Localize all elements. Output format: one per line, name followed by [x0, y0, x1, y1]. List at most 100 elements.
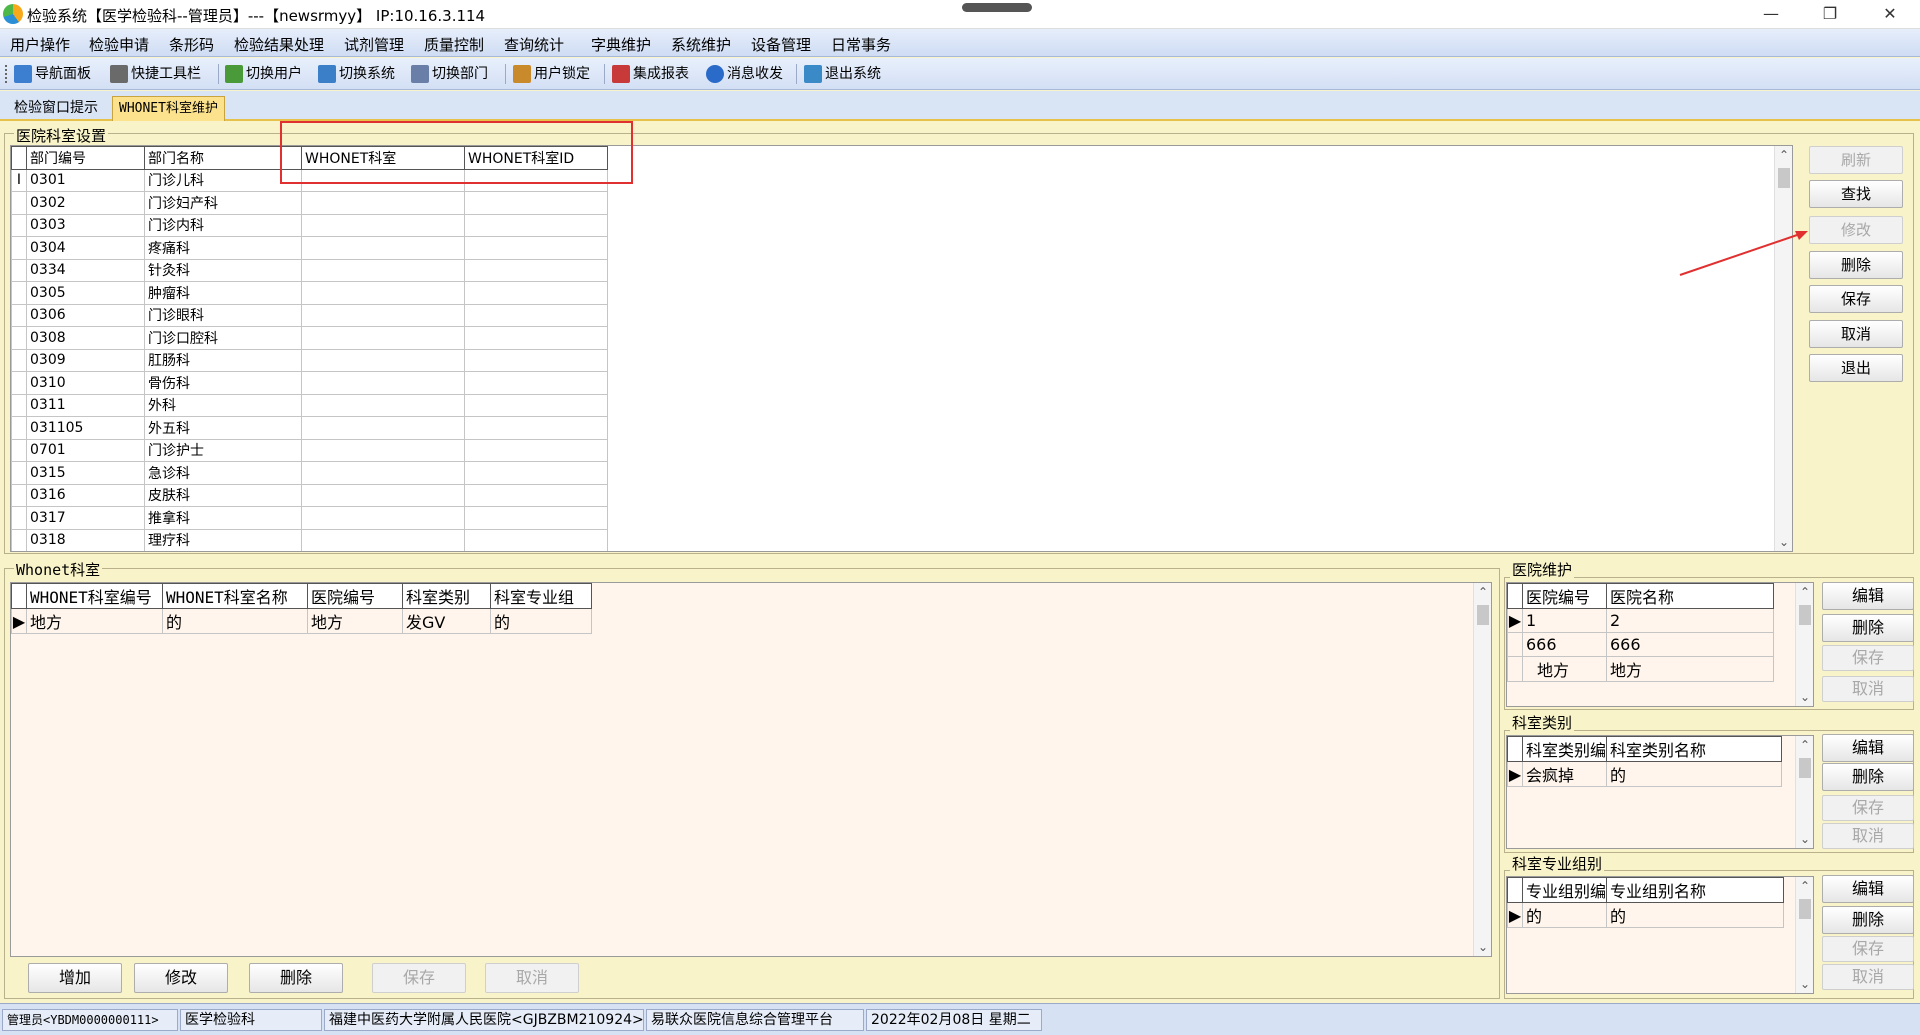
- scroll-thumb[interactable]: [1799, 899, 1811, 919]
- group-cancel-button[interactable]: 取消: [1822, 964, 1914, 990]
- cell[interactable]: 会疯掉: [1522, 761, 1607, 787]
- col-group-code[interactable]: 专业组别编号: [1522, 877, 1607, 903]
- scroll-up-icon[interactable]: ⌃: [1796, 879, 1813, 893]
- table-row[interactable]: 0311 外科: [11, 393, 608, 417]
- side-delete-button[interactable]: 删除: [1809, 251, 1903, 279]
- cell[interactable]: 2: [1606, 608, 1774, 633]
- cell[interactable]: 0318: [26, 528, 145, 551]
- table-row[interactable]: 0304 疼痛科: [11, 236, 608, 260]
- cell[interactable]: [464, 236, 608, 260]
- cell[interactable]: [464, 281, 608, 305]
- cell[interactable]: 的: [1522, 902, 1607, 928]
- side-refresh-button[interactable]: 刷新: [1809, 146, 1903, 174]
- col-hospital-code[interactable]: 医院编号: [1522, 583, 1607, 609]
- cell[interactable]: [464, 348, 608, 372]
- col-whonet-dept-name[interactable]: WHONET科室名称: [162, 583, 308, 609]
- col-dept-code[interactable]: 部门编号: [26, 146, 145, 170]
- cell[interactable]: [301, 348, 465, 372]
- cell[interactable]: [301, 528, 465, 551]
- scroll-down-icon[interactable]: ⌄: [1796, 690, 1813, 704]
- scroll-thumb[interactable]: [1477, 605, 1489, 625]
- cell[interactable]: [464, 393, 608, 417]
- scroll-thumb[interactable]: [1799, 605, 1811, 625]
- col-category-code[interactable]: 科室类别编号: [1522, 736, 1607, 762]
- toolbar-message-button[interactable]: 消息收发: [706, 63, 783, 85]
- cell[interactable]: 0301: [26, 168, 145, 192]
- group-grid[interactable]: 专业组别编号 专业组别名称 ▶的的 ⌃ ⌄: [1506, 876, 1814, 994]
- toolbar-quick-tools-button[interactable]: 快捷工具栏: [110, 63, 201, 85]
- side-find-button[interactable]: 查找: [1809, 180, 1903, 208]
- modify-button[interactable]: 修改: [134, 963, 228, 993]
- table-row[interactable]: 666 666: [1507, 632, 1774, 657]
- cell[interactable]: 0306: [26, 303, 145, 327]
- cell[interactable]: 0701: [26, 438, 145, 462]
- scroll-up-icon[interactable]: ⌃: [1474, 585, 1491, 599]
- cell[interactable]: [301, 393, 465, 417]
- delete-button[interactable]: 删除: [249, 963, 343, 993]
- cell[interactable]: 门诊内科: [144, 213, 302, 237]
- toolbar-switch-user-button[interactable]: 切换用户: [225, 63, 302, 85]
- cell[interactable]: 666: [1522, 632, 1607, 657]
- cell[interactable]: 地方: [1606, 656, 1774, 682]
- cell[interactable]: 皮肤科: [144, 483, 302, 507]
- table-row[interactable]: 0316 皮肤科: [11, 483, 608, 507]
- col-whonet-dept-code[interactable]: WHONET科室编号: [26, 583, 163, 609]
- cell[interactable]: 急诊科: [144, 461, 302, 485]
- side-cancel-button[interactable]: 取消: [1809, 320, 1903, 348]
- cell[interactable]: [464, 303, 608, 327]
- scroll-up-icon[interactable]: ⌃: [1796, 738, 1813, 752]
- table-row[interactable]: 0315 急诊科: [11, 461, 608, 485]
- cell[interactable]: [301, 258, 465, 282]
- cell[interactable]: [464, 213, 608, 237]
- cell[interactable]: 0305: [26, 281, 145, 305]
- table-row[interactable]: 0308 门诊口腔科: [11, 326, 608, 350]
- cell[interactable]: [301, 483, 465, 507]
- table-row[interactable]: 0305 肿瘤科: [11, 281, 608, 305]
- cell[interactable]: [464, 438, 608, 462]
- col-hospital-name[interactable]: 医院名称: [1606, 583, 1774, 609]
- cell[interactable]: 地方: [26, 608, 163, 634]
- cell[interactable]: [301, 326, 465, 350]
- toolbar-switch-department-button[interactable]: 切换部门: [411, 63, 488, 85]
- scroll-down-icon[interactable]: ⌄: [1796, 832, 1813, 846]
- table-row[interactable]: 0334 针灸科: [11, 258, 608, 282]
- cell[interactable]: 外科: [144, 393, 302, 417]
- cell[interactable]: 的: [1606, 761, 1782, 787]
- add-button[interactable]: 增加: [28, 963, 122, 993]
- scroll-down-icon[interactable]: ⌄: [1474, 940, 1491, 954]
- col-dept-name[interactable]: 部门名称: [144, 146, 302, 170]
- cell[interactable]: 发GV: [402, 608, 491, 634]
- menu-barcode[interactable]: 条形码: [169, 34, 214, 55]
- cell[interactable]: 地方: [307, 608, 403, 634]
- cell[interactable]: [301, 191, 465, 215]
- cell[interactable]: [301, 416, 465, 440]
- close-button[interactable]: ✕: [1862, 0, 1918, 29]
- side-modify-button[interactable]: 修改: [1809, 216, 1903, 244]
- menu-dictionary-maintenance[interactable]: 字典维护: [591, 34, 651, 55]
- cell[interactable]: [464, 416, 608, 440]
- cell[interactable]: [301, 506, 465, 530]
- table-row[interactable]: ▶ 1 2: [1507, 608, 1774, 633]
- scroll-up-icon[interactable]: ⌃: [1775, 148, 1792, 162]
- cell[interactable]: 0317: [26, 506, 145, 530]
- cell[interactable]: 推拿科: [144, 506, 302, 530]
- cell[interactable]: [301, 281, 465, 305]
- dept-grid-scrollbar[interactable]: ⌃ ⌄: [1774, 146, 1792, 551]
- category-delete-button[interactable]: 删除: [1822, 763, 1914, 791]
- cell[interactable]: 0303: [26, 213, 145, 237]
- group-edit-button[interactable]: 编辑: [1822, 875, 1914, 903]
- cell[interactable]: 0316: [26, 483, 145, 507]
- toolbar-lock-user-button[interactable]: 用户锁定: [513, 63, 590, 85]
- table-row[interactable]: 0310 骨伤科: [11, 371, 608, 395]
- table-row[interactable]: 0318 理疗科: [11, 528, 608, 551]
- cell[interactable]: 外五科: [144, 416, 302, 440]
- hospital-cancel-button[interactable]: 取消: [1822, 676, 1914, 702]
- col-category-name[interactable]: 科室类别名称: [1606, 736, 1782, 762]
- scroll-thumb[interactable]: [1799, 758, 1811, 778]
- cell[interactable]: [464, 483, 608, 507]
- cell[interactable]: 肛肠科: [144, 348, 302, 372]
- category-edit-button[interactable]: 编辑: [1822, 734, 1914, 762]
- cell[interactable]: 门诊口腔科: [144, 326, 302, 350]
- cell[interactable]: [301, 213, 465, 237]
- cell[interactable]: [464, 461, 608, 485]
